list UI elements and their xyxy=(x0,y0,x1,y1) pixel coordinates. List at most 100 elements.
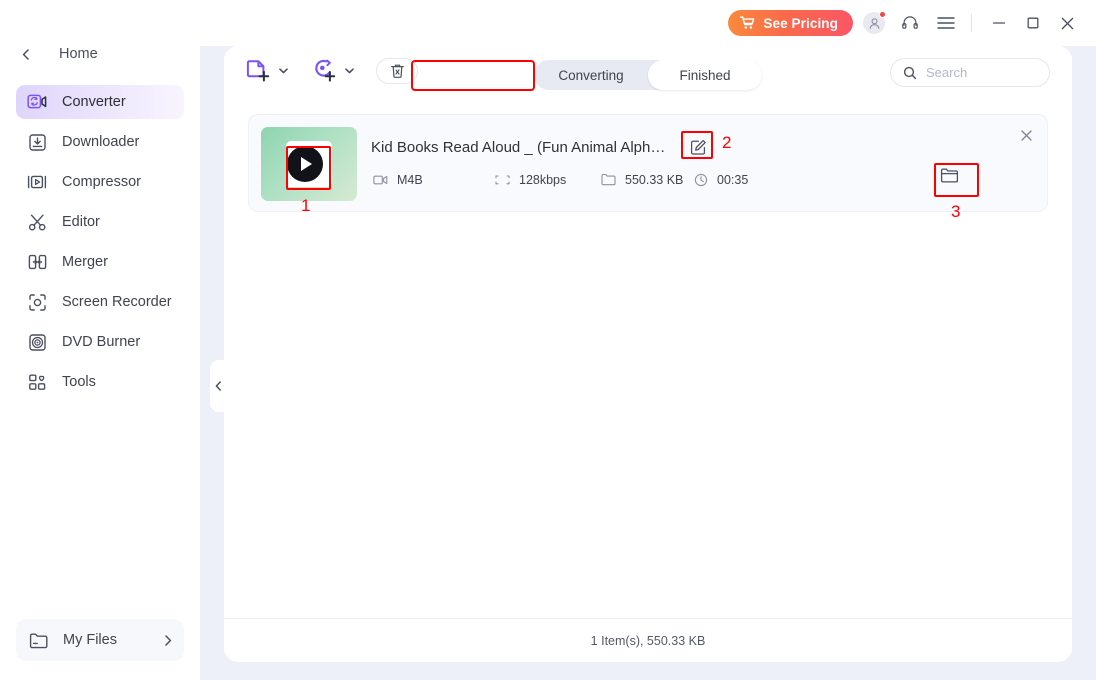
trash-icon xyxy=(390,63,405,79)
home-label: Home xyxy=(59,46,98,62)
sidebar-item-dvd-burner[interactable]: DVD Burner xyxy=(16,325,184,359)
sidebar: Home Converter Downloader Compressor Edi… xyxy=(0,0,200,680)
chevron-down-icon[interactable] xyxy=(279,68,288,74)
clear-list-button[interactable] xyxy=(376,58,418,84)
folder-icon xyxy=(601,172,616,187)
folder-open-icon xyxy=(940,167,959,184)
add-disc-icon xyxy=(312,58,338,84)
chevron-down-icon[interactable] xyxy=(345,68,354,74)
meta-value: M4B xyxy=(397,172,423,187)
my-files-label: My Files xyxy=(63,632,117,648)
meta-duration: 00:35 xyxy=(693,172,748,187)
video-format-icon xyxy=(373,172,388,187)
maximize-icon xyxy=(1026,16,1040,30)
chevron-right-icon xyxy=(164,634,172,646)
sidebar-item-editor[interactable]: Editor xyxy=(16,205,184,239)
maximize-button[interactable] xyxy=(1018,8,1048,38)
sidebar-item-merger[interactable]: Merger xyxy=(16,245,184,279)
downloader-icon xyxy=(26,131,48,153)
file-title: Kid Books Read Aloud _ (Fun Animal Alph… xyxy=(371,139,666,156)
hamburger-menu-icon xyxy=(937,16,955,30)
sidebar-collapse-handle[interactable] xyxy=(210,360,226,412)
compressor-icon xyxy=(26,171,48,193)
search-input[interactable] xyxy=(926,65,1036,80)
file-thumbnail xyxy=(261,127,357,201)
minimize-button[interactable] xyxy=(984,8,1014,38)
sidebar-item-label: Converter xyxy=(62,94,126,110)
panel-toolbar: Converting Finished xyxy=(224,46,1072,104)
cart-icon xyxy=(740,16,755,30)
meta-bitrate: 128kbps xyxy=(495,172,601,187)
tab-finished[interactable]: Finished xyxy=(648,60,762,90)
titlebar-divider xyxy=(971,14,972,32)
file-list-item[interactable]: Kid Books Read Aloud _ (Fun Animal Alph… xyxy=(248,114,1048,212)
notification-dot xyxy=(879,11,886,18)
close-icon xyxy=(1020,129,1033,142)
sidebar-item-label: Downloader xyxy=(62,134,140,150)
merger-icon xyxy=(26,251,48,273)
see-pricing-label: See Pricing xyxy=(763,15,838,31)
chevron-left-icon xyxy=(22,48,32,60)
play-button[interactable] xyxy=(287,146,323,182)
account-button[interactable] xyxy=(859,8,889,38)
meta-filesize: 550.33 KB xyxy=(601,172,693,187)
search-box[interactable] xyxy=(890,58,1050,87)
avatar xyxy=(863,11,886,34)
sidebar-item-label: Editor xyxy=(62,214,100,230)
sidebar-item-label: Merger xyxy=(62,254,108,270)
sidebar-item-label: Screen Recorder xyxy=(62,294,172,310)
sidebar-item-screen-recorder[interactable]: Screen Recorder xyxy=(16,285,184,319)
scissors-icon xyxy=(26,211,48,233)
file-metadata: M4B 128kbps 550.33 KB 00:35 xyxy=(373,172,748,187)
clock-icon xyxy=(693,172,708,187)
status-tabs: Converting Finished xyxy=(534,60,762,90)
sidebar-item-tools[interactable]: Tools xyxy=(16,365,184,399)
main-menu-button[interactable] xyxy=(931,8,961,38)
close-window-button[interactable] xyxy=(1052,8,1082,38)
chevron-left-icon xyxy=(215,381,222,391)
edit-pencil-icon xyxy=(690,139,707,156)
sidebar-item-label: Compressor xyxy=(62,174,141,190)
meta-value: 550.33 KB xyxy=(625,172,684,187)
meta-value: 128kbps xyxy=(519,172,567,187)
converter-icon xyxy=(26,91,48,113)
search-icon xyxy=(903,66,917,80)
tab-label: Finished xyxy=(679,67,731,83)
content-panel: Converting Finished Search Kid Books Rea… xyxy=(210,46,1072,662)
sidebar-item-label: DVD Burner xyxy=(62,334,141,350)
open-output-folder-button[interactable] xyxy=(935,162,963,188)
meta-format: M4B xyxy=(373,172,495,187)
sidebar-item-label: Tools xyxy=(62,374,96,390)
resolution-icon xyxy=(495,172,510,187)
add-file-icon xyxy=(246,58,272,84)
panel-footer: 1 Item(s), 550.33 KB xyxy=(224,618,1072,662)
sidebar-item-converter[interactable]: Converter xyxy=(16,85,184,119)
play-triangle-icon xyxy=(301,157,312,171)
add-disc-button[interactable] xyxy=(312,58,354,84)
folder-icon xyxy=(27,629,49,651)
add-files-button[interactable] xyxy=(246,58,288,84)
my-files-button[interactable]: My Files xyxy=(16,619,184,661)
annotation-number-2: 2 xyxy=(722,133,732,152)
title-bar: See Pricing xyxy=(0,0,1096,46)
toolbar-left-group xyxy=(246,58,418,84)
sidebar-item-downloader[interactable]: Downloader xyxy=(16,125,184,159)
close-icon xyxy=(1060,16,1075,31)
headset-icon xyxy=(901,14,919,32)
app-window: See Pricing Home Converter Downloader Co… xyxy=(0,0,1096,680)
sidebar-item-compressor[interactable]: Compressor xyxy=(16,165,184,199)
sidebar-nav: Converter Downloader Compressor Editor M… xyxy=(0,85,200,399)
file-summary: 1 Item(s), 550.33 KB xyxy=(590,633,706,648)
meta-value: 00:35 xyxy=(717,172,749,187)
annotation-number-3: 3 xyxy=(951,202,961,221)
annotation-number-1: 1 xyxy=(301,196,311,215)
main-stage: Converting Finished Search Kid Books Rea… xyxy=(200,0,1096,680)
disc-icon xyxy=(26,331,48,353)
remove-file-button[interactable] xyxy=(1015,124,1037,146)
tools-grid-icon xyxy=(26,371,48,393)
tab-converting[interactable]: Converting xyxy=(534,60,648,90)
edit-file-name-button[interactable] xyxy=(685,135,711,160)
see-pricing-button[interactable]: See Pricing xyxy=(728,10,853,36)
support-button[interactable] xyxy=(895,8,925,38)
screen-recorder-icon xyxy=(26,291,48,313)
